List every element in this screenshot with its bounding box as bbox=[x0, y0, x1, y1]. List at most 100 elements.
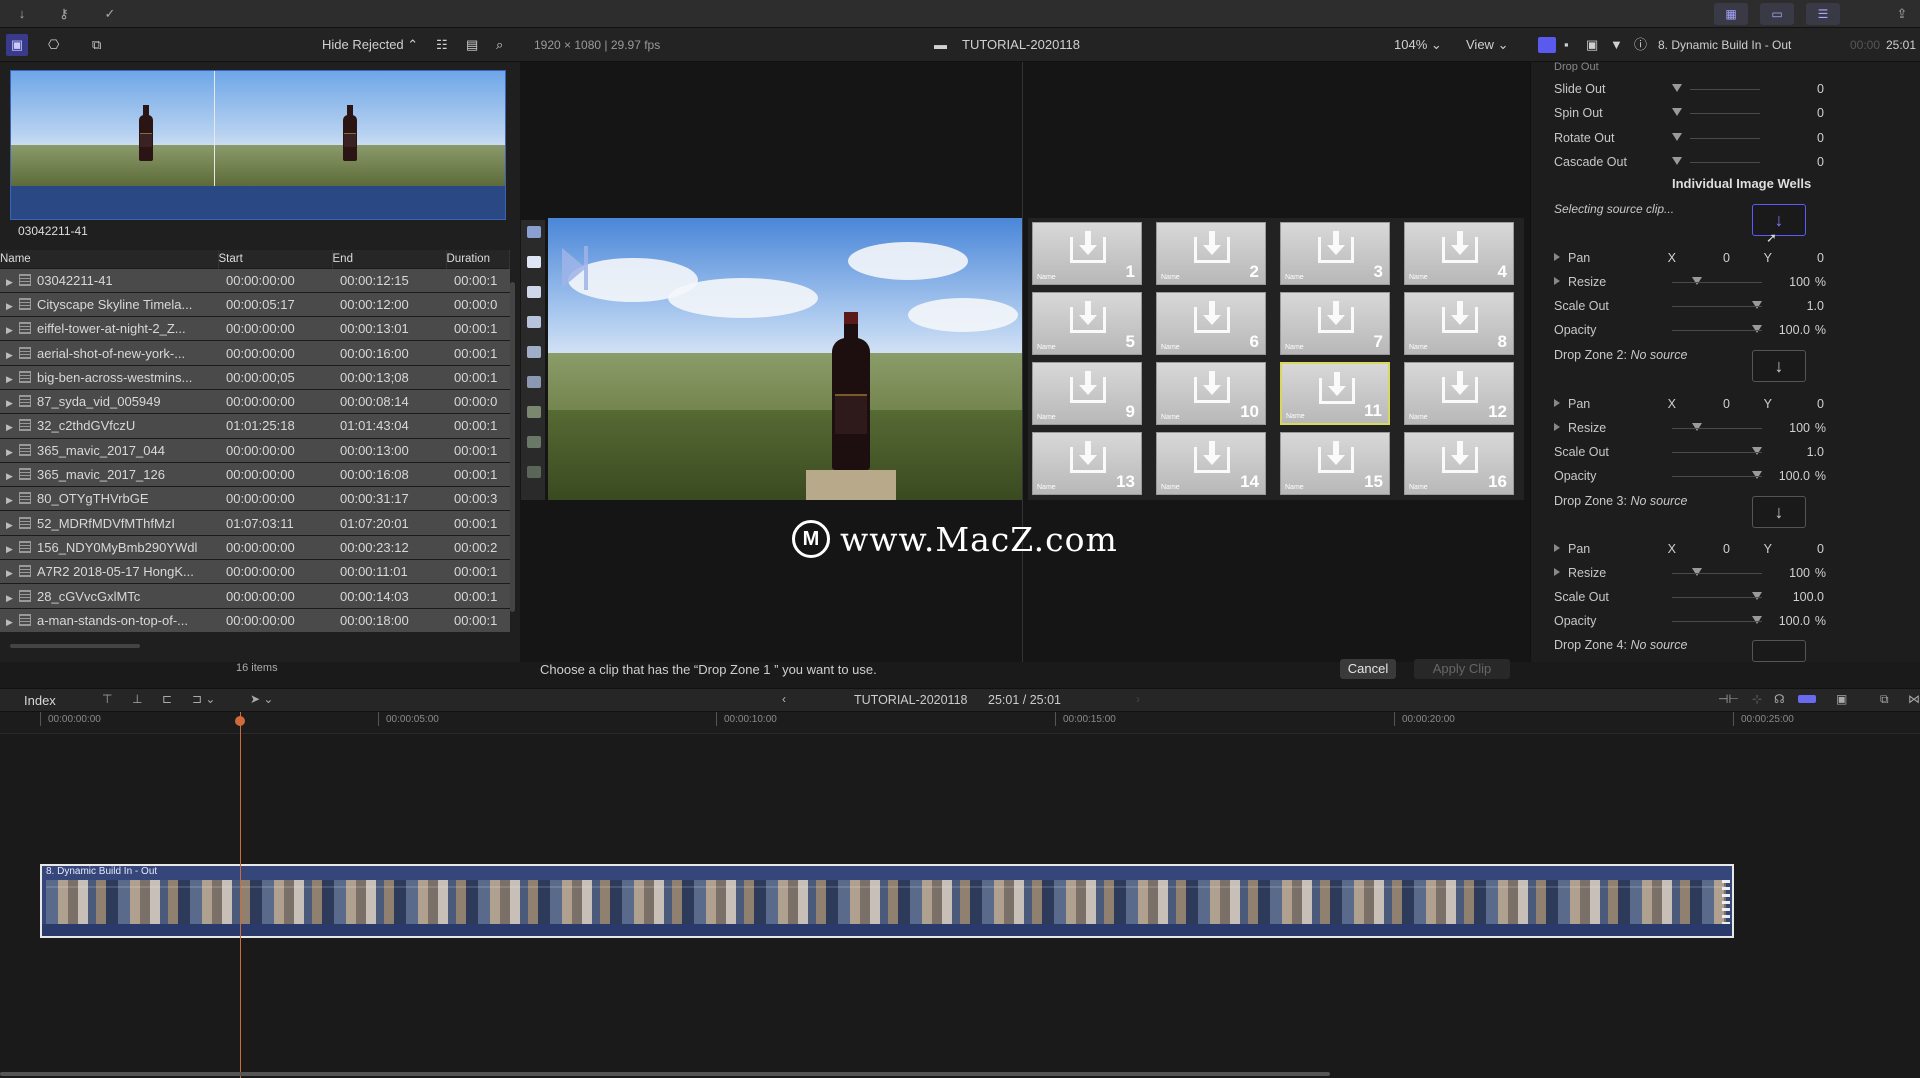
resize-value[interactable]: 100 bbox=[1776, 273, 1810, 291]
clip-row[interactable]: ▶ 80_OTYgTHVrbGE 00:00:00:00 00:00:31:17 00:… bbox=[0, 486, 510, 511]
drop-zone-tile[interactable]: Name 15 bbox=[1280, 432, 1390, 495]
audio-skimming-icon[interactable]: ⊹ bbox=[1752, 692, 1762, 706]
zoom-dropdown[interactable]: 104% ⌄ bbox=[1394, 28, 1442, 62]
inspector-toggle-icon[interactable]: ☰ bbox=[1806, 3, 1840, 25]
select-tool-icon[interactable]: ➤ ⌄ bbox=[250, 692, 273, 706]
inspector-param-value[interactable]: 0 bbox=[1780, 153, 1824, 171]
opacity-slider[interactable] bbox=[1672, 476, 1762, 477]
opacity-slider[interactable] bbox=[1672, 330, 1762, 331]
disclosure-triangle-icon[interactable]: ▶ bbox=[6, 325, 14, 336]
library-icon[interactable]: ▣ bbox=[6, 34, 28, 56]
drop-zone-tile[interactable]: Name 1 bbox=[1032, 222, 1142, 285]
photos-icon[interactable]: ⎔ bbox=[48, 28, 59, 62]
resize-slider[interactable] bbox=[1672, 282, 1762, 283]
inspector-param-value[interactable]: 0 bbox=[1780, 104, 1824, 122]
download-icon[interactable]: ↓ bbox=[8, 4, 36, 24]
disclosure-triangle-icon[interactable]: ▶ bbox=[6, 471, 14, 482]
disclosure-triangle-icon[interactable]: ▶ bbox=[6, 422, 14, 433]
column-end[interactable]: End bbox=[332, 250, 447, 268]
disclosure-triangle-icon[interactable]: ▶ bbox=[6, 277, 14, 288]
clip-row[interactable]: ▶ 28_cGVvcGxlMTc 00:00:00:00 00:00:14:03 00:… bbox=[0, 583, 510, 609]
clip-row[interactable]: ▶ 156_NDY0MyBmb290YWdl 00:00:00:00 00:00:23… bbox=[0, 534, 510, 560]
disclosure-triangle-icon[interactable]: ▶ bbox=[6, 544, 14, 555]
disclosure-triangle-icon[interactable]: ▶ bbox=[6, 447, 14, 458]
info-inspector-icon[interactable]: ▣ bbox=[1586, 28, 1598, 62]
opacity-value[interactable]: 100.0 bbox=[1768, 467, 1810, 485]
append-clip-icon[interactable]: ⊏ bbox=[162, 692, 172, 706]
pan-row[interactable]: Pan bbox=[1554, 249, 1590, 267]
tool-square-9[interactable] bbox=[527, 466, 541, 478]
clip-row[interactable]: ▶ a-man-stands-on-top-of-... 00:00:00:00 00… bbox=[0, 607, 510, 633]
effects-browser-icon[interactable]: ⧉ bbox=[1880, 692, 1889, 707]
share-icon[interactable]: ⇪ bbox=[1888, 4, 1916, 24]
drop-zone-4-well-button[interactable] bbox=[1752, 640, 1806, 662]
tool-square-2[interactable] bbox=[527, 256, 541, 268]
opacity-value[interactable]: 100.0 bbox=[1768, 612, 1810, 630]
clip-row[interactable]: ▶ Cityscape Skyline Timela... 00:00:05:17 0… bbox=[0, 291, 510, 317]
drop-zone-1-well-button[interactable]: ↓ bbox=[1752, 204, 1806, 236]
resize-slider[interactable] bbox=[1672, 573, 1762, 574]
video-inspector-icon[interactable] bbox=[1538, 37, 1556, 53]
clip-row[interactable]: ▶ A7R2 2018-05-17 HongK... 00:00:00:00 00:0… bbox=[0, 559, 510, 584]
pan-y-value[interactable]: 0 bbox=[1802, 395, 1824, 413]
pan-x-value[interactable]: 0 bbox=[1708, 540, 1730, 558]
disclosure-triangle-icon[interactable] bbox=[1554, 423, 1560, 431]
index-button[interactable]: Index bbox=[24, 693, 56, 708]
forward-arrow-icon[interactable]: › bbox=[1136, 692, 1140, 706]
pan-x-value[interactable]: 0 bbox=[1708, 249, 1730, 267]
tool-square-5[interactable] bbox=[527, 346, 541, 358]
scale-slider-knob[interactable] bbox=[1752, 447, 1762, 455]
checkmark-circle-icon[interactable]: ✓ bbox=[96, 4, 124, 24]
scale-slider[interactable] bbox=[1672, 597, 1762, 598]
clip-row[interactable]: ▶ 52_MDRfMDVfMThfMzI 01:07:03:11 01:07:20:0… bbox=[0, 510, 510, 536]
list-scrollbar[interactable] bbox=[510, 282, 515, 612]
disclosure-triangle-icon[interactable]: ▶ bbox=[6, 520, 14, 531]
resize-row[interactable]: Resize bbox=[1554, 273, 1606, 291]
filmstrip-icon[interactable]: ▤ bbox=[466, 28, 478, 62]
view-dropdown[interactable]: View ⌄ bbox=[1466, 28, 1508, 62]
clip-row[interactable]: ▶ eiffel-tower-at-night-2_Z... 00:00:00:00… bbox=[0, 316, 510, 341]
drop-zone-tile[interactable]: Name 6 bbox=[1156, 292, 1266, 355]
scale-slider-knob[interactable] bbox=[1752, 301, 1762, 309]
pan-row[interactable]: Pan bbox=[1554, 395, 1590, 413]
tool-square-6[interactable] bbox=[527, 376, 541, 388]
disclosure-triangle-icon[interactable] bbox=[1554, 399, 1560, 407]
opacity-slider-knob[interactable] bbox=[1752, 616, 1762, 624]
resize-slider-knob[interactable] bbox=[1692, 568, 1702, 576]
apply-clip-button[interactable]: Apply Clip bbox=[1414, 659, 1510, 679]
filter-dropdown[interactable]: Hide Rejected ⌃ bbox=[322, 28, 418, 62]
clip-row[interactable]: ▶ 365_mavic_2017_126 00:00:00:00 00:00:16:0… bbox=[0, 461, 510, 487]
param-slider[interactable] bbox=[1690, 89, 1760, 90]
param-slider-knob[interactable] bbox=[1672, 84, 1682, 92]
playhead[interactable] bbox=[240, 712, 241, 1078]
resize-slider-knob[interactable] bbox=[1692, 277, 1702, 285]
disclosure-triangle-icon[interactable]: ▶ bbox=[6, 617, 14, 628]
playhead-handle[interactable] bbox=[235, 716, 245, 726]
drop-zone-tile[interactable]: Name 12 bbox=[1404, 362, 1514, 425]
drop-zone-tile[interactable]: Name 14 bbox=[1156, 432, 1266, 495]
tool-square-3[interactable] bbox=[527, 286, 541, 298]
list-hscrollbar[interactable] bbox=[10, 644, 140, 648]
timeline-clip[interactable]: 8. Dynamic Build In - Out bbox=[40, 864, 1734, 938]
drop-zone-tile[interactable]: Name 2 bbox=[1156, 222, 1266, 285]
scale-slider-knob[interactable] bbox=[1752, 592, 1762, 600]
disclosure-triangle-icon[interactable]: ▶ bbox=[6, 350, 14, 361]
column-start[interactable]: Start bbox=[218, 250, 333, 268]
disclosure-triangle-icon[interactable] bbox=[1554, 568, 1560, 576]
scale-out-value[interactable]: 1.0 bbox=[1776, 443, 1824, 461]
drop-zone-tile[interactable]: Name 11 bbox=[1280, 362, 1390, 425]
back-arrow-icon[interactable]: ‹ bbox=[782, 692, 786, 706]
drop-zone-tile[interactable]: Name 16 bbox=[1404, 432, 1514, 495]
disclosure-triangle-icon[interactable] bbox=[1554, 277, 1560, 285]
info-icon[interactable]: ⓘ bbox=[1634, 28, 1647, 62]
clip-row[interactable]: ▶ 03042211-41 00:00:00:00 00:00:12:15 00:00:… bbox=[0, 267, 510, 293]
param-slider-knob[interactable] bbox=[1672, 132, 1682, 141]
clip-row[interactable]: ▶ 32_c2thdGVfczU 01:01:25:18 01:01:43:04 00:… bbox=[0, 413, 510, 439]
inspector-param-value[interactable]: 0 bbox=[1780, 129, 1824, 147]
headphones-icon[interactable]: ☊ bbox=[1774, 692, 1785, 706]
clip-end-handle[interactable] bbox=[1722, 880, 1730, 924]
pan-row[interactable]: Pan bbox=[1554, 540, 1590, 558]
opacity-value[interactable]: 100.0 bbox=[1768, 321, 1810, 339]
disclosure-triangle-icon[interactable]: ▶ bbox=[6, 301, 14, 312]
resize-slider-knob[interactable] bbox=[1692, 423, 1702, 431]
